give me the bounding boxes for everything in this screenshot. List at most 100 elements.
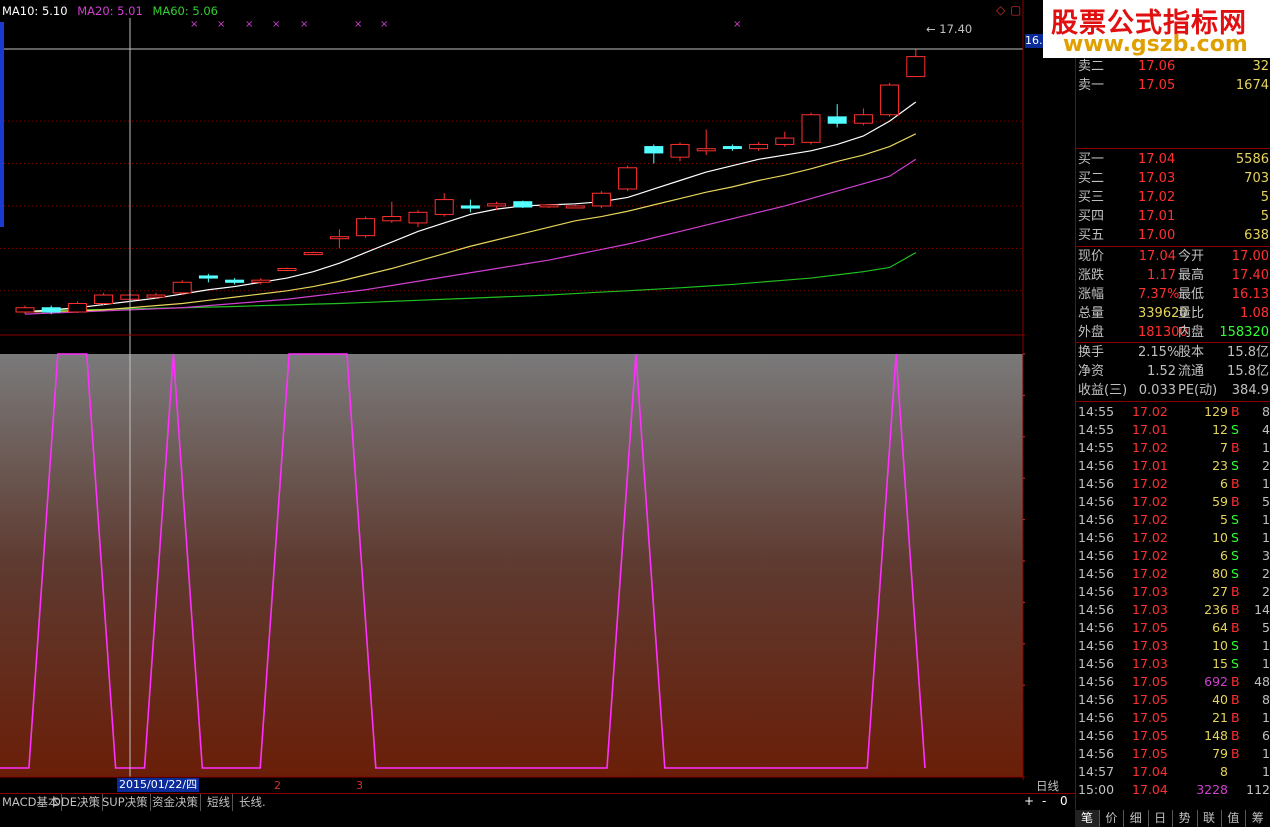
tick-row: 14:56 17.01 23 S 2 — [1076, 457, 1270, 475]
buy-row[interactable]: 买四 17.01 5 — [1076, 207, 1270, 226]
sell-row[interactable]: 卖二 17.06 32 — [1076, 57, 1270, 76]
right-tab-2[interactable]: 细 — [1124, 810, 1149, 827]
tab-sup[interactable]: SUP决策 — [100, 794, 151, 811]
tick-price: 17.02 — [1132, 440, 1168, 455]
stat-value: 7.37% — [1138, 287, 1180, 302]
tick-time: 14:56 — [1078, 530, 1115, 545]
tab-long[interactable]: 长线. — [237, 794, 268, 811]
signal-marker: × — [733, 19, 741, 30]
candle-body — [434, 199, 454, 215]
tick-extra: 2 — [1262, 458, 1270, 473]
tick-time: 14:55 — [1078, 440, 1115, 455]
stat2-label: 流通 — [1178, 364, 1205, 379]
stat2-row: 收益(三) 0.033 PE(动) 384.9 — [1076, 381, 1270, 400]
quote-panel: 卖五17.09295卖四17.08119卖三17.0712卖二17.0632卖一… — [1075, 0, 1270, 810]
reset-button[interactable]: 0 — [1060, 794, 1068, 808]
stat-value: 339620 — [1138, 306, 1188, 321]
buy-volume: 5 — [1260, 209, 1269, 224]
candle-body — [670, 143, 690, 158]
buy-row[interactable]: 买五 17.00 638 — [1076, 226, 1270, 245]
window-icon[interactable]: ▢ — [1010, 3, 1021, 17]
stat2-value: 15.8亿 — [1227, 345, 1269, 360]
right-tab-3[interactable]: 日 — [1148, 810, 1174, 827]
tick-side: B — [1231, 584, 1240, 599]
tick-side: B — [1231, 710, 1240, 725]
tick-price: 17.02 — [1132, 404, 1168, 419]
stat2-value: 2.15% — [1138, 345, 1180, 360]
right-tab-6[interactable]: 值 — [1221, 810, 1247, 827]
candle-body — [827, 116, 847, 124]
tick-time: 14:56 — [1078, 710, 1115, 725]
tab-short[interactable]: 短线 — [205, 794, 233, 811]
tick-volume: 148 — [1204, 728, 1228, 743]
tick-time: 14:56 — [1078, 656, 1115, 671]
candle-body — [277, 268, 297, 272]
buy-price: 17.04 — [1138, 152, 1176, 167]
tick-side: B — [1231, 476, 1240, 491]
stat2-label: PE(动) — [1178, 383, 1218, 398]
stat-label: 现价 — [1078, 249, 1105, 264]
period-label[interactable]: 日线 — [1036, 778, 1059, 794]
stat2-label: 换手 — [1078, 345, 1105, 360]
buy-row[interactable]: 买三 17.02 5 — [1076, 188, 1270, 207]
tab-fund[interactable]: 资金决策 — [150, 794, 201, 811]
tick-side: B — [1231, 674, 1240, 689]
buy-label: 买二 — [1078, 171, 1105, 186]
signal-marker: × — [272, 19, 280, 30]
tick-time: 14:56 — [1078, 548, 1115, 563]
tick-price: 17.05 — [1132, 620, 1168, 635]
stat-label: 今开 — [1178, 249, 1205, 264]
right-tab-5[interactable]: 联 — [1197, 810, 1222, 827]
candle-body — [591, 192, 611, 207]
sell-label: 卖二 — [1078, 59, 1105, 74]
ma10-label: MA10: 5.10 — [2, 4, 68, 18]
chart-svg[interactable]: ×××××××× 14.0012.0010.008.006.001.000.90… — [0, 0, 1077, 780]
tick-volume: 10 — [1212, 638, 1228, 653]
tick-side: S — [1231, 422, 1239, 437]
tick-extra: 2 — [1262, 566, 1270, 581]
tick-side: S — [1231, 530, 1239, 545]
candle-body — [801, 114, 821, 143]
right-tab-0[interactable]: 笔 — [1075, 810, 1100, 827]
sell-price: 17.06 — [1138, 59, 1176, 74]
tick-time: 14:55 — [1078, 422, 1115, 437]
right-tab-7[interactable]: 筹 — [1246, 810, 1270, 827]
tick-volume: 7 — [1220, 440, 1228, 455]
buy-price: 17.01 — [1138, 209, 1176, 224]
tick-time: 14:56 — [1078, 674, 1115, 689]
tick-side: B — [1231, 620, 1240, 635]
candle-body — [146, 294, 166, 298]
buy-row[interactable]: 买一 17.04 5586 — [1076, 150, 1270, 169]
buy-label: 买一 — [1078, 152, 1105, 167]
stat2-value: 384.9 — [1231, 383, 1269, 398]
tick-row: 14:56 17.02 6 S 3 — [1076, 547, 1270, 565]
tab-dde[interactable]: DDE决策 — [50, 794, 103, 811]
tick-volume: 692 — [1204, 674, 1228, 689]
chart-area[interactable]: ×××××××× 14.0012.0010.008.006.001.000.90… — [0, 0, 1077, 792]
stat2-value: 1.52 — [1147, 364, 1176, 379]
buy-row[interactable]: 买二 17.03 703 — [1076, 169, 1270, 188]
stat2-value: 15.8亿 — [1227, 364, 1269, 379]
right-tab-4[interactable]: 势 — [1173, 810, 1198, 827]
tick-side: S — [1231, 512, 1239, 527]
tick-side: B — [1231, 728, 1240, 743]
buy-price: 17.02 — [1138, 190, 1176, 205]
buy-volume: 5586 — [1235, 152, 1269, 167]
right-tab-1[interactable]: 价 — [1099, 810, 1125, 827]
tick-extra: 4 — [1262, 422, 1270, 437]
zoom-out-button[interactable]: - — [1042, 794, 1046, 808]
candle-body — [225, 279, 245, 283]
signal-marker: × — [217, 19, 225, 30]
stat-label: 外盘 — [1078, 325, 1105, 340]
sell-row[interactable]: 卖一 17.05 1674 — [1076, 76, 1270, 95]
tick-volume: 40 — [1212, 692, 1228, 707]
signal-marker: × — [190, 19, 198, 30]
stat2-row: 换手 2.15% 股本 15.8亿 — [1076, 343, 1270, 362]
tick-row: 14:56 17.03 27 B 2 — [1076, 583, 1270, 601]
tick-time: 14:56 — [1078, 566, 1115, 581]
zoom-in-button[interactable]: + — [1024, 794, 1034, 808]
diamond-icon[interactable]: ◇ — [996, 3, 1005, 17]
tick-price: 17.02 — [1132, 476, 1168, 491]
stat-row: 总量 339620 量比 1.08 — [1076, 304, 1270, 323]
ma60-label: MA60: 5.06 — [152, 4, 218, 18]
